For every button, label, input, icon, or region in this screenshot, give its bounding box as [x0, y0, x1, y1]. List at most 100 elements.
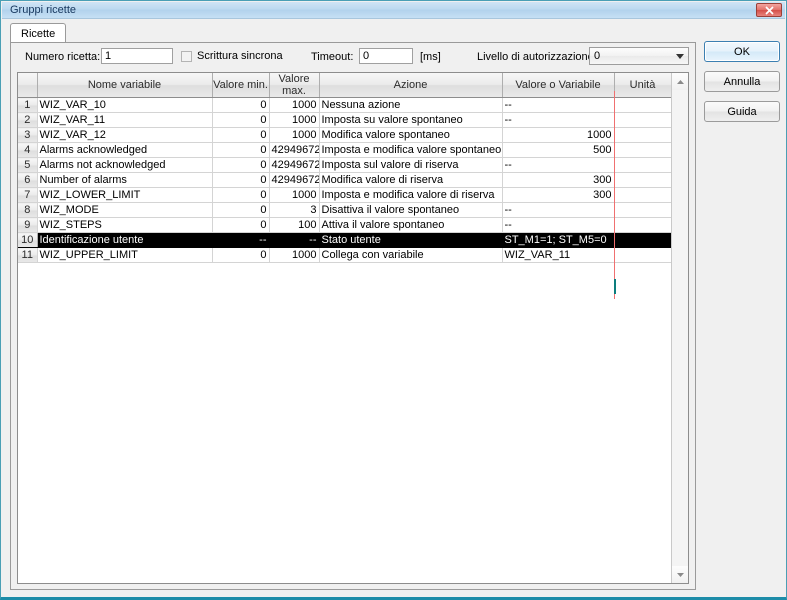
- cell-max[interactable]: 1000: [269, 97, 320, 113]
- cell-rownum[interactable]: 1: [18, 97, 38, 113]
- cell-max[interactable]: 1000: [269, 127, 320, 143]
- cell-max[interactable]: --: [269, 232, 320, 248]
- grid-vertical-scrollbar[interactable]: [671, 73, 688, 583]
- table-row[interactable]: 5Alarms not acknowledged04294967295Impos…: [18, 157, 672, 173]
- cell-valvar[interactable]: 500: [502, 142, 615, 158]
- col-header-valore-max[interactable]: Valore max.: [269, 73, 320, 98]
- table-row[interactable]: 9 WIZ_STEPS 0 100 Attiva il valore spontaneo…: [18, 217, 672, 233]
- cell-max[interactable]: 4294967295: [269, 142, 320, 158]
- col-header-azione[interactable]: Azione: [319, 73, 503, 98]
- cell-rownum[interactable]: 10: [18, 232, 38, 248]
- cancel-button[interactable]: Annulla: [704, 71, 780, 92]
- livello-autorizzazione-select[interactable]: 0: [589, 47, 689, 65]
- cell-azione[interactable]: Imposta su valore spontaneo: [319, 112, 503, 128]
- cell-valvar[interactable]: --: [502, 97, 615, 113]
- cell-rownum[interactable]: 11: [18, 247, 38, 263]
- cell-unita[interactable]: [614, 172, 672, 188]
- cell-rownum[interactable]: 4: [18, 142, 38, 158]
- cell-max[interactable]: 1000: [269, 112, 320, 128]
- close-button[interactable]: [756, 3, 782, 17]
- cell-max[interactable]: 3: [269, 202, 320, 218]
- cell-azione[interactable]: Stato utente: [319, 232, 503, 248]
- cell-min[interactable]: 0: [212, 202, 270, 218]
- cell-rownum[interactable]: 5: [18, 157, 38, 173]
- cell-nome[interactable]: Alarms not acknowledged: [37, 157, 213, 173]
- cell-min[interactable]: 0: [212, 97, 270, 113]
- cell-min[interactable]: 0: [212, 142, 270, 158]
- cell-min[interactable]: 0: [212, 247, 270, 263]
- cell-nome[interactable]: WIZ_UPPER_LIMIT: [37, 247, 213, 263]
- table-row[interactable]: 4Alarms acknowledged04294967295Imposta e…: [18, 142, 672, 158]
- table-row[interactable]: 10 Identificazione utente -- -- Stato utente…: [18, 232, 672, 248]
- cell-max[interactable]: 4294967295: [269, 157, 320, 173]
- cell-unita[interactable]: [614, 202, 672, 218]
- cell-nome[interactable]: Number of alarms: [37, 172, 213, 188]
- cell-valvar[interactable]: --: [502, 112, 615, 128]
- col-header-unita[interactable]: Unità: [614, 73, 672, 98]
- cell-max[interactable]: 1000: [269, 247, 320, 263]
- cell-unita[interactable]: [614, 157, 672, 173]
- cell-nome[interactable]: Alarms acknowledged: [37, 142, 213, 158]
- cell-min[interactable]: 0: [212, 112, 270, 128]
- cell-valvar[interactable]: --: [502, 217, 615, 233]
- cell-azione[interactable]: Modifica valore di riserva: [319, 172, 503, 188]
- cell-nome[interactable]: WIZ_VAR_11: [37, 112, 213, 128]
- cell-min[interactable]: 0: [212, 187, 270, 203]
- cell-min[interactable]: 0: [212, 157, 270, 173]
- cell-max[interactable]: 1000: [269, 187, 320, 203]
- cell-max[interactable]: 4294967295: [269, 172, 320, 188]
- table-row[interactable]: 11 WIZ_UPPER_LIMIT 0 1000 Collega con variab…: [18, 247, 672, 263]
- cell-rownum[interactable]: 8: [18, 202, 38, 218]
- cell-nome[interactable]: Identificazione utente: [37, 232, 213, 248]
- scroll-up-button[interactable]: [672, 73, 688, 90]
- cell-valvar[interactable]: WIZ_VAR_11: [502, 247, 615, 263]
- cell-azione[interactable]: Collega con variabile: [319, 247, 503, 263]
- cell-max[interactable]: 100: [269, 217, 320, 233]
- table-row[interactable]: 8 WIZ_MODE 0 3 Disattiva il valore spontaneo…: [18, 202, 672, 218]
- cell-azione[interactable]: Nessuna azione: [319, 97, 503, 113]
- cell-azione[interactable]: Disattiva il valore spontaneo: [319, 202, 503, 218]
- cell-rownum[interactable]: 6: [18, 172, 38, 188]
- table-row[interactable]: 2 WIZ_VAR_11 0 1000 Imposta su valore sponta…: [18, 112, 672, 128]
- cell-valvar[interactable]: --: [502, 202, 615, 218]
- cell-unita[interactable]: [614, 187, 672, 203]
- cell-unita[interactable]: [614, 247, 672, 263]
- cell-azione[interactable]: Imposta sul valore di riserva: [319, 157, 503, 173]
- cell-valvar[interactable]: 300: [502, 172, 615, 188]
- cell-min[interactable]: 0: [212, 127, 270, 143]
- numero-ricetta-input[interactable]: [101, 48, 173, 64]
- col-header-nome-variabile[interactable]: Nome variabile: [37, 73, 213, 98]
- cell-min[interactable]: --: [212, 232, 270, 248]
- cell-valvar[interactable]: ST_M1=1; ST_M5=0: [502, 232, 615, 248]
- timeout-input[interactable]: [359, 48, 413, 64]
- cell-unita[interactable]: [614, 97, 672, 113]
- cell-unita[interactable]: [614, 112, 672, 128]
- table-row[interactable]: 7 WIZ_LOWER_LIMIT 0 1000 Imposta e modifica …: [18, 187, 672, 203]
- ok-button[interactable]: OK: [704, 41, 780, 62]
- cell-rownum[interactable]: 9: [18, 217, 38, 233]
- help-button[interactable]: Guida: [704, 101, 780, 122]
- scrittura-sincrona-checkbox[interactable]: Scrittura sincrona: [181, 50, 283, 62]
- col-header-valore-variabile[interactable]: Valore o Variabile: [502, 73, 615, 98]
- table-row[interactable]: 1 WIZ_VAR_10 0 1000 Nessuna azione --: [18, 97, 672, 113]
- cell-min[interactable]: 0: [212, 217, 270, 233]
- cell-valvar[interactable]: 1000: [502, 127, 615, 143]
- cell-azione[interactable]: Modifica valore spontaneo: [319, 127, 503, 143]
- cell-rownum[interactable]: 3: [18, 127, 38, 143]
- cell-nome[interactable]: WIZ_VAR_10: [37, 97, 213, 113]
- cell-azione[interactable]: Imposta e modifica valore spontaneo: [319, 142, 503, 158]
- cell-min[interactable]: 0: [212, 172, 270, 188]
- cell-unita[interactable]: [614, 142, 672, 158]
- cell-nome[interactable]: WIZ_VAR_12: [37, 127, 213, 143]
- table-row[interactable]: 3 WIZ_VAR_12 0 1000 Modifica valore spontane…: [18, 127, 672, 143]
- cell-nome[interactable]: WIZ_LOWER_LIMIT: [37, 187, 213, 203]
- col-header-rownum[interactable]: [18, 73, 38, 98]
- tab-ricette[interactable]: Ricette: [10, 23, 67, 43]
- cell-azione[interactable]: Attiva il valore spontaneo: [319, 217, 503, 233]
- scroll-down-button[interactable]: [672, 566, 688, 583]
- cell-nome[interactable]: WIZ_MODE: [37, 202, 213, 218]
- cell-unita[interactable]: [614, 232, 672, 248]
- cell-nome[interactable]: WIZ_STEPS: [37, 217, 213, 233]
- table-row[interactable]: 6Number of alarms04294967295Modifica val…: [18, 172, 672, 188]
- col-header-valore-min[interactable]: Valore min.: [212, 73, 270, 98]
